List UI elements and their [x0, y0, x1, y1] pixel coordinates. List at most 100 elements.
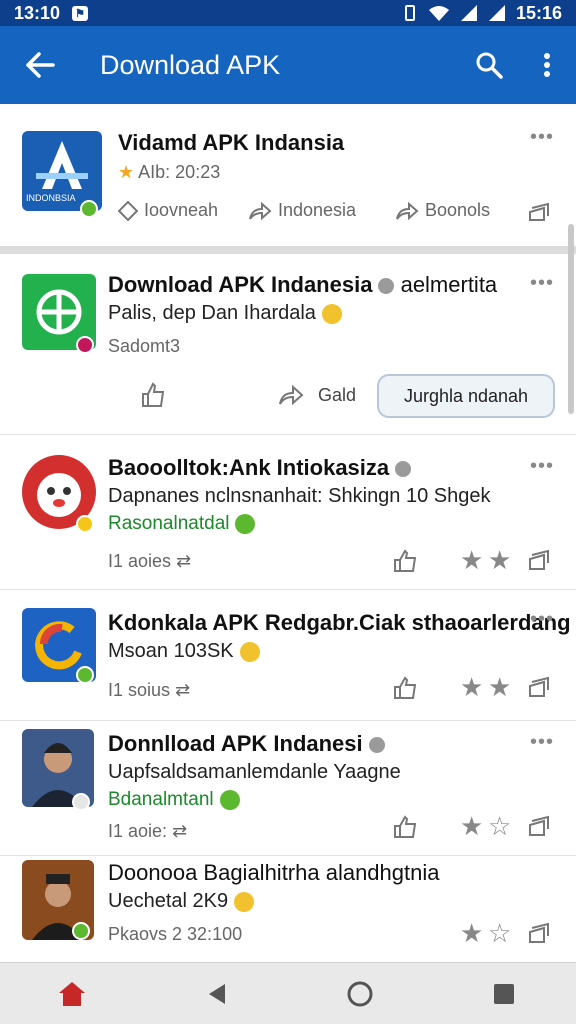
share-icon — [279, 384, 304, 406]
item-meta: I1 soius ⇄ — [108, 680, 190, 701]
app-title-suffix: aelmertita — [400, 272, 498, 297]
more-options-button[interactable]: ••• — [530, 455, 554, 478]
like-icon[interactable] — [392, 549, 418, 573]
stack-icon[interactable] — [528, 922, 552, 944]
app-subtitle: Palis, dep Dan Ihardala — [108, 302, 342, 325]
signal-icon — [460, 5, 477, 21]
signal-2-icon — [488, 5, 505, 21]
list-item[interactable]: Donnlload APK Indanesi Uapfsaldsamanlemd… — [0, 721, 576, 855]
featured-action-3[interactable]: Boonols — [395, 200, 490, 221]
item-tag: Rasonalnatdal — [108, 513, 256, 535]
scrollbar[interactable] — [568, 224, 574, 414]
arrows-icon: ⇄ — [176, 551, 192, 571]
app-subtitle-text: Palis, dep Dan Ihardala — [108, 302, 316, 324]
more-options-button[interactable]: ••• — [530, 126, 554, 149]
status-time-right: 15:16 — [515, 2, 562, 23]
square-recents-icon — [494, 983, 514, 1004]
status-badge — [76, 336, 94, 354]
nav-recents-button[interactable] — [464, 963, 544, 1025]
item-tag: Bdanalmtanl — [108, 789, 240, 811]
like-icon[interactable] — [392, 676, 418, 700]
app-meta: Sadomt3 — [108, 336, 181, 356]
star-icon: ★ — [118, 162, 135, 182]
more-options-button[interactable]: ••• — [530, 731, 554, 754]
list-item[interactable]: Baooolltok:Ank Intiokasiza Dapnanes ncln… — [0, 435, 576, 589]
featured-title: Vidamd APK Indansia — [118, 130, 345, 155]
verified-icon — [395, 461, 412, 478]
verified-icon — [368, 737, 385, 754]
star-outline-icon[interactable]: ☆ — [488, 811, 511, 842]
emoji-icon — [321, 303, 342, 324]
wifi-icon — [428, 6, 449, 21]
featured-icon-label: INDONBSIA — [26, 193, 76, 203]
like-icon[interactable] — [140, 382, 166, 408]
share-action[interactable]: Gald — [278, 384, 356, 406]
item-subtitle-text: Uechetal 2K9 — [108, 890, 229, 912]
like-icon[interactable] — [392, 815, 418, 839]
tag-icon — [118, 200, 138, 221]
star-icon[interactable]: ★ — [460, 672, 483, 703]
featured-app-card[interactable]: INDONBSIA Vidamd APK Indansia ★ AIb: 20:… — [0, 104, 576, 246]
app-card[interactable]: Download APK Indanesia aelmertita Palis,… — [0, 254, 576, 434]
triangle-back-icon — [209, 983, 225, 1004]
status-badge — [76, 515, 94, 533]
featured-action-2[interactable]: Indonesia — [248, 200, 356, 221]
emoji-icon — [239, 641, 260, 662]
star-icon[interactable]: ★ — [488, 672, 511, 703]
share-icon — [249, 201, 272, 220]
more-options-button[interactable]: ••• — [530, 272, 554, 295]
search-button[interactable] — [460, 26, 518, 104]
star-outline-icon[interactable]: ☆ — [488, 918, 511, 949]
status-time: 13:10 — [14, 2, 61, 23]
overflow-menu-button[interactable] — [518, 26, 576, 104]
featured-action-label: Boonols — [425, 200, 491, 220]
item-subtitle-text: Msoan 103SK — [108, 640, 234, 662]
notification-icon: ⚑ — [72, 5, 89, 21]
featured-meta-text: AIb: 20:23 — [138, 162, 221, 182]
arrows-icon: ⇄ — [172, 821, 188, 841]
item-title: Baooolltok:Ank Intiokasiza — [108, 455, 412, 481]
stack-icon[interactable] — [528, 202, 552, 222]
primary-action-button[interactable]: Jurghla ndanah — [377, 374, 555, 418]
featured-action-1[interactable]: Ioovneah — [118, 200, 218, 221]
stack-icon[interactable] — [528, 815, 552, 837]
more-options-button[interactable]: ••• — [530, 608, 554, 631]
status-badge — [80, 200, 98, 218]
star-icon[interactable]: ★ — [460, 811, 483, 842]
share-action-label: Gald — [318, 384, 357, 405]
star-icon[interactable]: ★ — [460, 545, 483, 576]
status-bar: 13:10 ⚑ 15:16 — [0, 0, 576, 26]
featured-app-icon: INDONBSIA — [22, 131, 102, 211]
app-title: Download APK Indanesia aelmertita — [108, 272, 497, 298]
arrow-left-icon — [26, 52, 55, 78]
app-bar: Download APK — [0, 26, 576, 104]
app-title-text: Download APK Indanesia — [108, 272, 373, 297]
stack-icon[interactable] — [528, 676, 552, 698]
nav-home-button[interactable] — [320, 963, 400, 1025]
more-vert-icon — [544, 53, 550, 77]
app-list[interactable]: INDONBSIA Vidamd APK Indansia ★ AIb: 20:… — [0, 104, 576, 962]
item-subtitle: Dapnanes nclnsnanhait: Shkingn 10 Shgek — [108, 485, 491, 507]
arrows-icon: ⇄ — [175, 680, 191, 700]
back-button[interactable] — [0, 26, 80, 104]
item-meta-text: I1 aoies — [108, 551, 172, 571]
item-title: Donnlload APK Indanesi — [108, 731, 385, 757]
search-icon — [476, 52, 503, 79]
item-tag-text: Rasonalnatdal — [108, 513, 230, 534]
star-icon[interactable]: ★ — [488, 545, 511, 576]
home-tab-button[interactable] — [32, 963, 112, 1025]
featured-action-label: Ioovneah — [144, 200, 219, 220]
item-meta-text: I1 aoie: — [108, 821, 168, 841]
star-icon[interactable]: ★ — [460, 918, 483, 949]
emoji-icon — [234, 891, 255, 912]
list-item[interactable]: Doonooa Bagialhitrha alandhgtnia Uecheta… — [0, 856, 576, 962]
system-nav-bar — [0, 962, 576, 1024]
featured-meta: ★ AIb: 20:23 — [118, 162, 220, 183]
list-item[interactable]: Kdonkala APK Redgabr.Ciak sthaoarlerdang… — [0, 590, 576, 720]
stack-icon[interactable] — [528, 549, 552, 571]
nav-back-button[interactable] — [176, 963, 256, 1025]
item-tag-text: Bdanalmtanl — [108, 789, 214, 810]
item-subtitle: Uechetal 2K9 — [108, 890, 255, 913]
status-badge — [76, 666, 94, 684]
item-subtitle: Uapfsaldsamanlemdanle Yaagne — [108, 761, 401, 783]
